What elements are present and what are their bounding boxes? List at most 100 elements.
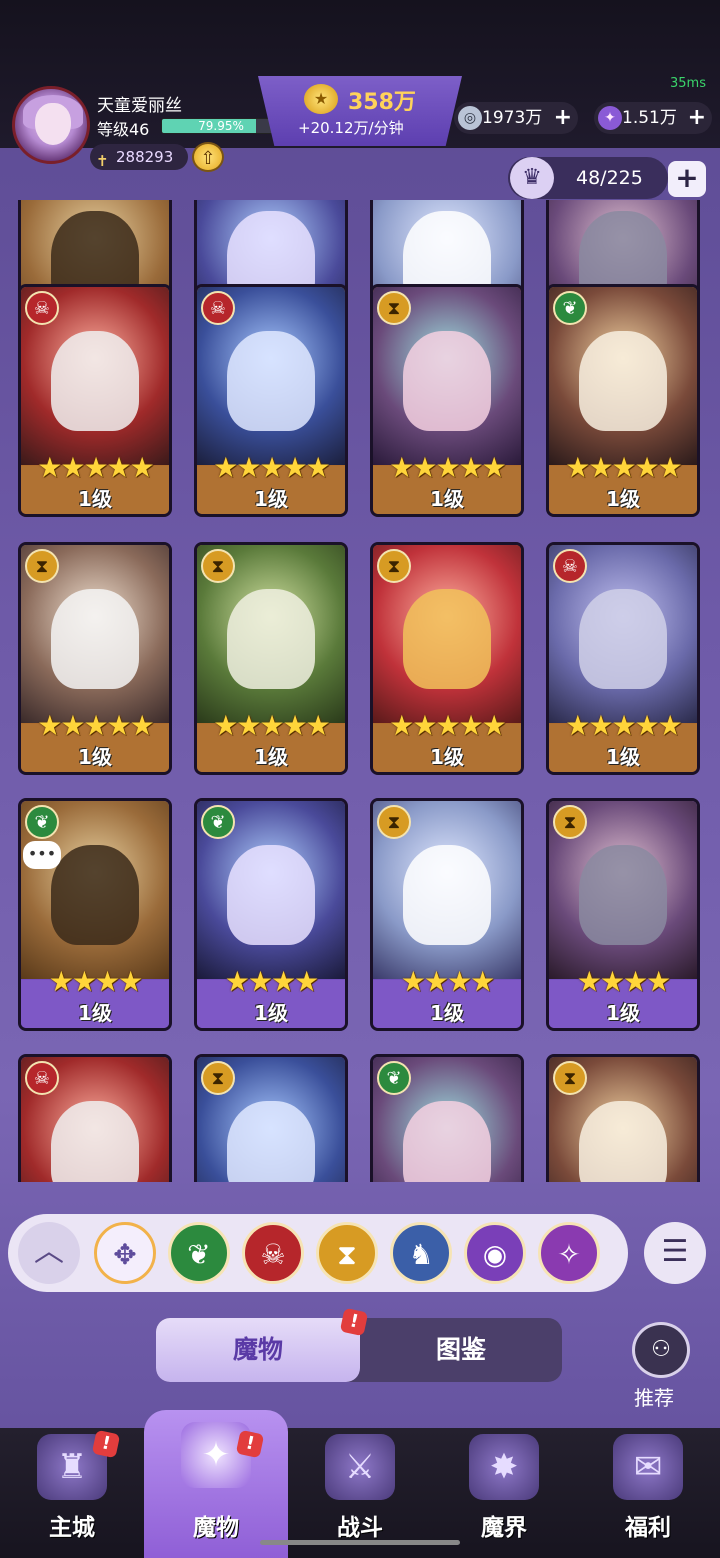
nav-welfare[interactable]: ✉ 福利	[576, 1428, 720, 1558]
nav-monsters-label: 魔物	[193, 1515, 239, 1541]
fire-element-icon: ☠	[553, 549, 587, 583]
silver-currency[interactable]: ◎ 1973万 +	[454, 102, 578, 134]
gold-amount: 358万	[348, 90, 416, 115]
nature-element-icon: ❦	[25, 805, 59, 839]
monster-level: 1级	[254, 1001, 288, 1025]
dragon-filter-icon[interactable]: ♞	[390, 1222, 452, 1284]
player-name: 天童爱丽丝	[97, 96, 182, 116]
monster-level: 1级	[78, 1001, 112, 1025]
combat-power-value: 288293	[116, 148, 174, 166]
monster-level: 1级	[606, 487, 640, 511]
gem-icon: ✦	[598, 106, 622, 130]
monster-card[interactable]: ❦ ••• ★★★★ 1级	[18, 798, 172, 1031]
fire-element-icon: ☠	[201, 291, 235, 325]
star-rating: ★★★★★	[389, 451, 507, 484]
monster-card[interactable]: ⧗ ★★★★ 1级	[546, 798, 700, 1031]
time-element-icon: ⧗	[25, 549, 59, 583]
nature-filter-icon[interactable]: ❦	[168, 1222, 230, 1284]
monster-level: 1级	[430, 487, 464, 511]
avatar-face	[35, 103, 71, 145]
star-rating: ★★★★	[400, 965, 495, 998]
fire-element-icon: ☠	[25, 291, 59, 325]
time-element-icon: ⧗	[553, 805, 587, 839]
time-element-icon: ⧗	[377, 291, 411, 325]
rune-filter-icon[interactable]: ✧	[538, 1222, 600, 1284]
eye-filter-icon[interactable]: ◉	[464, 1222, 526, 1284]
star-rating: ★★★★★	[389, 709, 507, 742]
recommend-label: 推荐	[634, 1386, 674, 1410]
collapse-up-button[interactable]: ︿	[18, 1222, 80, 1284]
monster-card[interactable]: ⧗ ★★★★★ 1级	[194, 542, 348, 775]
time-element-icon: ⧗	[201, 549, 235, 583]
nature-element-icon: ❦	[377, 1061, 411, 1095]
time-element-icon: ⧗	[377, 805, 411, 839]
star-rating: ★★★★★	[565, 451, 683, 484]
silver-add-icon[interactable]: +	[554, 102, 572, 134]
recommend-button[interactable]: ⚇	[632, 1322, 690, 1378]
monster-card[interactable]: ⧗	[546, 1054, 700, 1182]
nav-battle-icon: ⚔	[325, 1434, 395, 1500]
upgrade-button[interactable]: ⇧	[192, 142, 224, 172]
monster-card[interactable]: ❦ ★★★★★ 1级	[546, 284, 700, 517]
nature-element-icon: ❦	[201, 805, 235, 839]
monster-card[interactable]: ☠	[18, 1054, 172, 1182]
silver-amount: 1973万	[482, 108, 543, 128]
monster-card[interactable]: ⧗ ★★★★★ 1级	[370, 542, 524, 775]
star-rating: ★★★★★	[213, 451, 331, 484]
monster-card[interactable]: ❦	[370, 1054, 524, 1182]
player-level: 等级46	[97, 120, 150, 139]
monster-card[interactable]: ⧗ ★★★★ 1级	[370, 798, 524, 1031]
star-rating: ★★★★★	[213, 709, 331, 742]
nav-welfare-icon: ✉	[613, 1434, 683, 1500]
tab-alert-icon: !	[339, 1307, 369, 1337]
monster-card[interactable]: ⧗ ★★★★★ 1级	[370, 284, 524, 517]
all-filter-icon[interactable]: ✥	[94, 1222, 156, 1284]
tab-monsters[interactable]: 魔物	[156, 1318, 360, 1382]
monster-card[interactable]: ☠ ★★★★★ 1级	[18, 284, 172, 517]
monster-card[interactable]: ❦ ★★★★ 1级	[194, 798, 348, 1031]
monster-card[interactable]: ⧗	[194, 1054, 348, 1182]
chat-bubble-icon: •••	[23, 841, 61, 869]
monster-grid: ★★★★★ 1级 ★★★★★ 1级 ★★★★★ 1级 ★★★★★ 1级 ☠ ★★★★★ 1级 ☠ ★★★…	[0, 200, 720, 1182]
monster-level: 1级	[430, 1001, 464, 1025]
ping-indicator: 35ms	[670, 76, 706, 91]
monster-level: 1级	[254, 745, 288, 769]
gem-currency[interactable]: ✦ 1.51万 +	[594, 102, 712, 134]
monster-level: 1级	[606, 745, 640, 769]
monster-card[interactable]: ☠ ★★★★★ 1级	[194, 284, 348, 517]
time-element-icon: ⧗	[201, 1061, 235, 1095]
nav-demon-realm-icon: ✸	[469, 1434, 539, 1500]
silver-coin-icon: ◎	[458, 106, 482, 130]
nav-demon-realm-label: 魔界	[481, 1515, 527, 1541]
star-rating: ★★★★★	[37, 451, 155, 484]
star-rating: ★★★★	[224, 965, 319, 998]
nav-demon-realm[interactable]: ✸ 魔界	[432, 1428, 576, 1558]
sort-button[interactable]: ☰	[644, 1222, 706, 1284]
gold-rate: +20.12万/分钟	[298, 119, 404, 137]
monster-card[interactable]: ⧗ ★★★★★ 1级	[18, 542, 172, 775]
nav-main-city-label: 主城	[49, 1515, 95, 1541]
nav-alert-icon: !	[91, 1429, 121, 1459]
star-rating: ★★★★★	[37, 709, 155, 742]
monster-level: 1级	[606, 1001, 640, 1025]
gold-coin-icon: ★	[304, 84, 338, 114]
nature-element-icon: ❦	[553, 291, 587, 325]
nav-welfare-label: 福利	[625, 1515, 671, 1541]
nav-main-city[interactable]: ♜ 主城!	[0, 1428, 144, 1558]
nav-battle[interactable]: ⚔ 战斗	[288, 1428, 432, 1558]
gem-add-icon[interactable]: +	[688, 102, 706, 134]
home-indicator	[260, 1540, 460, 1545]
tab-codex[interactable]: 图鉴	[360, 1318, 562, 1382]
capacity-add-button[interactable]: +	[668, 161, 706, 197]
fire-element-icon: ☠	[25, 1061, 59, 1095]
fire-filter-icon[interactable]: ☠	[242, 1222, 304, 1284]
gem-amount: 1.51万	[622, 108, 677, 128]
time-element-icon: ⧗	[553, 1061, 587, 1095]
monster-level: 1级	[78, 487, 112, 511]
avatar[interactable]	[12, 86, 90, 164]
monster-level: 1级	[78, 745, 112, 769]
time-filter-icon[interactable]: ⧗	[316, 1222, 378, 1284]
monster-card[interactable]: ☠ ★★★★★ 1级	[546, 542, 700, 775]
combat-power: ✝ 288293	[90, 144, 188, 170]
nav-monsters[interactable]: ✦ 魔物!	[144, 1410, 288, 1558]
